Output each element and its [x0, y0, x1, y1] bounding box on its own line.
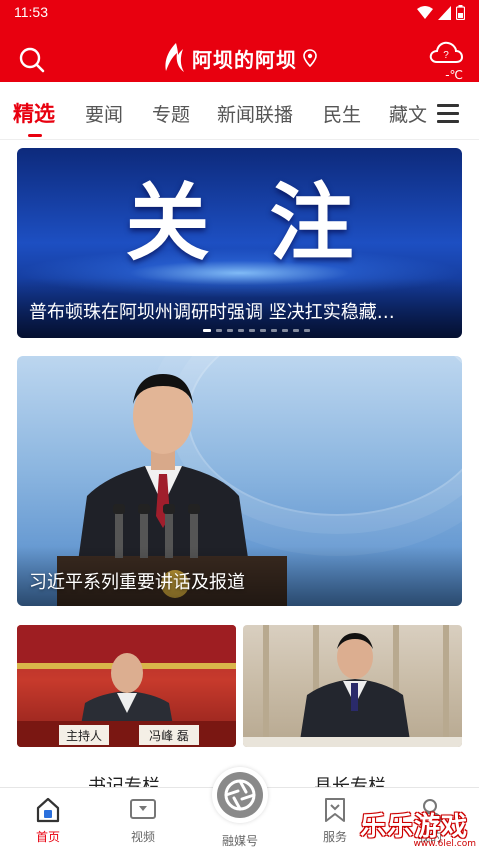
channel-tabs: 精选 要闻 专题 新闻联播 民生 藏文 — [0, 82, 479, 140]
tab-jingxuan[interactable]: 精选 — [13, 98, 55, 128]
aperture-icon — [224, 779, 256, 811]
svg-text:?: ? — [443, 50, 449, 61]
carousel-dot[interactable] — [304, 329, 310, 332]
tab-zangwen[interactable]: 藏文 — [389, 100, 427, 127]
carousel-dot[interactable] — [282, 329, 288, 332]
signal-icon — [438, 5, 451, 20]
secretary-photo-graphic: 主持人 冯峰 磊 — [17, 625, 236, 747]
aperture-icon-background — [217, 772, 263, 818]
watermark-text: 乐乐游戏 — [360, 812, 469, 842]
location-pin-icon — [303, 49, 317, 67]
nav-video-label: 视频 — [130, 830, 155, 844]
secretary-column-photo[interactable]: 主持人 冯峰 磊 — [17, 625, 236, 747]
app-header: 阿坝的阿坝 ? -℃ — [0, 26, 479, 82]
county-head-photo-graphic — [243, 625, 462, 747]
nameplate-host: 主持人 — [66, 728, 102, 743]
logo-text: 阿坝的阿坝 — [192, 47, 297, 72]
tab-xinwenlianbo[interactable]: 新闻联播 — [217, 100, 293, 127]
hamburger-icon[interactable] — [437, 104, 459, 123]
home-icon — [36, 797, 60, 823]
banner-caption: 普布顿珠在阿坝州调研时强调 坚决扛实稳藏… — [29, 302, 395, 323]
wifi-icon — [417, 5, 433, 19]
logo-mark-icon — [165, 43, 184, 72]
carousel-dot[interactable] — [249, 329, 255, 332]
status-time: 11:53 — [14, 4, 48, 20]
headline-banner[interactable]: 关注 普布顿珠在阿坝州调研时强调 坚决扛实稳藏… — [17, 148, 462, 338]
nav-center-label[interactable]: 融媒号 — [210, 832, 270, 849]
weather-temperature: -℃ — [445, 68, 463, 82]
weather-widget[interactable]: ? -℃ — [429, 38, 464, 82]
status-bar: 11:53 — [0, 0, 479, 26]
nav-service-label: 服务 — [322, 830, 347, 844]
tab-minsheng[interactable]: 民生 — [323, 100, 361, 127]
carousel-dot[interactable] — [216, 329, 222, 332]
banner-graphic-text: 关注 — [125, 174, 414, 272]
carousel-dot[interactable] — [227, 329, 233, 332]
carousel-dot[interactable] — [203, 329, 211, 332]
active-tab-indicator — [28, 134, 42, 137]
nav-home-label: 首页 — [35, 830, 60, 844]
carousel-dot[interactable] — [293, 329, 299, 332]
watermark: 乐乐游戏 www.6lel.com — [360, 806, 476, 850]
cloud-question-icon: ? — [429, 41, 464, 63]
video-icon — [130, 799, 156, 819]
search-icon[interactable] — [18, 46, 46, 74]
tab-zhuanti[interactable]: 专题 — [152, 100, 190, 127]
tab-yaowen[interactable]: 要闻 — [85, 100, 123, 127]
carousel-dots — [203, 329, 310, 332]
status-icons — [417, 5, 465, 20]
feature-card[interactable]: 习近平系列重要讲话及报道 — [17, 356, 462, 606]
county-head-column-photo[interactable] — [243, 625, 462, 747]
media-center-button[interactable] — [212, 767, 268, 823]
carousel-dot[interactable] — [238, 329, 244, 332]
app-logo: 阿坝的阿坝 — [160, 41, 317, 75]
battery-icon — [456, 5, 465, 20]
nav-video[interactable]: 视频 — [113, 796, 173, 845]
nav-service[interactable]: 服务 — [305, 796, 365, 845]
nameplate-name: 冯峰 磊 — [149, 729, 189, 743]
feature-caption: 习近平系列重要讲话及报道 — [29, 572, 245, 593]
carousel-dot[interactable] — [271, 329, 277, 332]
nav-home[interactable]: 首页 — [18, 796, 78, 845]
carousel-dot[interactable] — [260, 329, 266, 332]
bookmark-service-icon — [325, 798, 345, 822]
